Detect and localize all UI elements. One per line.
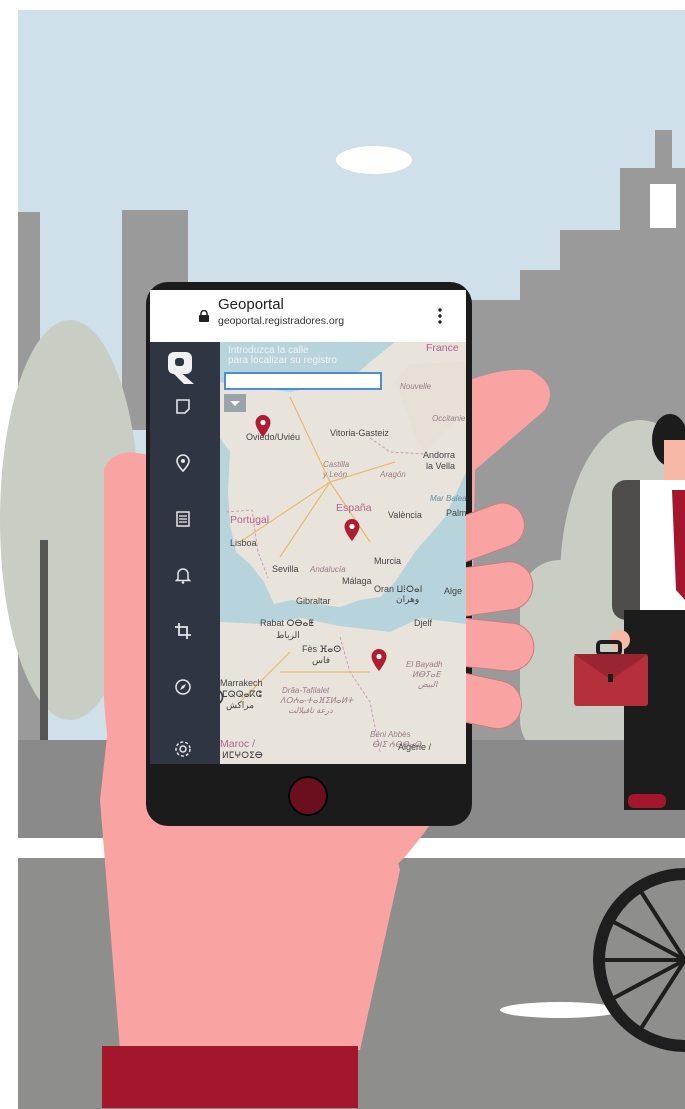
browser-toolbar: Geoportal geoportal.registradores.org [150, 290, 466, 343]
map-label: Palm [446, 508, 466, 518]
map-label: الرباط [276, 630, 300, 640]
settings-icon[interactable] [172, 738, 194, 760]
map-label: Andalucía [310, 565, 346, 574]
crop-icon[interactable] [172, 620, 194, 642]
map-label: Algérie / [398, 742, 432, 752]
bell-icon[interactable] [172, 564, 194, 586]
street-search-input[interactable] [224, 372, 382, 390]
map-label: Nouvelle [400, 382, 432, 391]
map-label: ⵍⴱⵢⴰⴹ [412, 670, 441, 679]
location-pin-icon[interactable] [172, 452, 194, 474]
site-title: Geoportal [218, 296, 284, 313]
lock-icon [199, 310, 209, 322]
map-label: Andorra [423, 450, 456, 460]
map-label: وهران [396, 594, 420, 604]
map-label: Lisboa [230, 538, 257, 548]
search-hint: Introduzca la calle para localizar su re… [228, 345, 337, 366]
info-icon[interactable] [206, 688, 224, 706]
map-label: Portugal [230, 514, 270, 526]
map-label: مراكش [226, 700, 255, 710]
map-label: Gibraltar [296, 596, 331, 606]
map-label: Aragón [380, 470, 406, 479]
map-label: Mar Balear [430, 494, 466, 503]
map-label: Vitoria-Gasteiz [330, 428, 389, 438]
map-label: Djelf [414, 618, 433, 628]
map-label: Béni Abbès [370, 730, 411, 739]
map-label: Castilla [323, 460, 350, 469]
map-label: البيض [418, 680, 438, 689]
map-label: Drâa-Tafilalet [282, 686, 330, 695]
site-url[interactable]: geoportal.registradores.org [218, 315, 344, 327]
map-label: ⵍⵎⵖⵔⵉⴱ [222, 750, 263, 760]
map-view[interactable]: Introduzca la calle para localizar su re… [220, 342, 466, 764]
map-label: Maroc / [220, 738, 256, 750]
map-label: Málaga [342, 576, 372, 586]
map-label: فاس [312, 655, 331, 665]
map-label: la Vella [426, 461, 456, 471]
map-label: Murcia [374, 556, 402, 566]
map-label: Occitanie [432, 414, 466, 423]
map-label: ⴷⵔⵄⴰ-ⵜⴰⴼⵉⵍⴰⵍⵜ [280, 696, 354, 705]
more-options-icon[interactable] [436, 306, 444, 326]
dropdown-toggle[interactable] [224, 394, 246, 412]
map-label: España [336, 502, 372, 514]
map-label: Alge [444, 586, 463, 596]
map-label: Marrakech [220, 678, 263, 688]
compass-icon[interactable] [172, 676, 194, 698]
map-label: El Bayadh [406, 660, 443, 669]
registry-marker-pin[interactable] [254, 414, 272, 438]
map-label: Sevilla [272, 564, 299, 574]
map-label: Rabat ⵔⴱⴰⵟ [260, 618, 314, 628]
note-icon[interactable] [172, 396, 194, 418]
caret-down-icon [230, 401, 240, 406]
phone-screen: Geoportal geoportal.registradores.org In… [150, 290, 466, 764]
map-label: València [388, 510, 422, 520]
map-label: y León [323, 470, 348, 479]
registry-marker-pin[interactable] [370, 648, 388, 672]
list-icon[interactable] [172, 508, 194, 530]
registry-marker-pin[interactable] [343, 518, 361, 542]
registradores-logo-icon [168, 352, 194, 384]
map-label: France [426, 342, 459, 354]
map-label: ⵎⵕⵕⴰⴽⵛ [222, 689, 262, 699]
map-label: Fès ⴼⴰⵙ [302, 644, 342, 654]
map-label: درعة تافيلالت [288, 706, 333, 715]
